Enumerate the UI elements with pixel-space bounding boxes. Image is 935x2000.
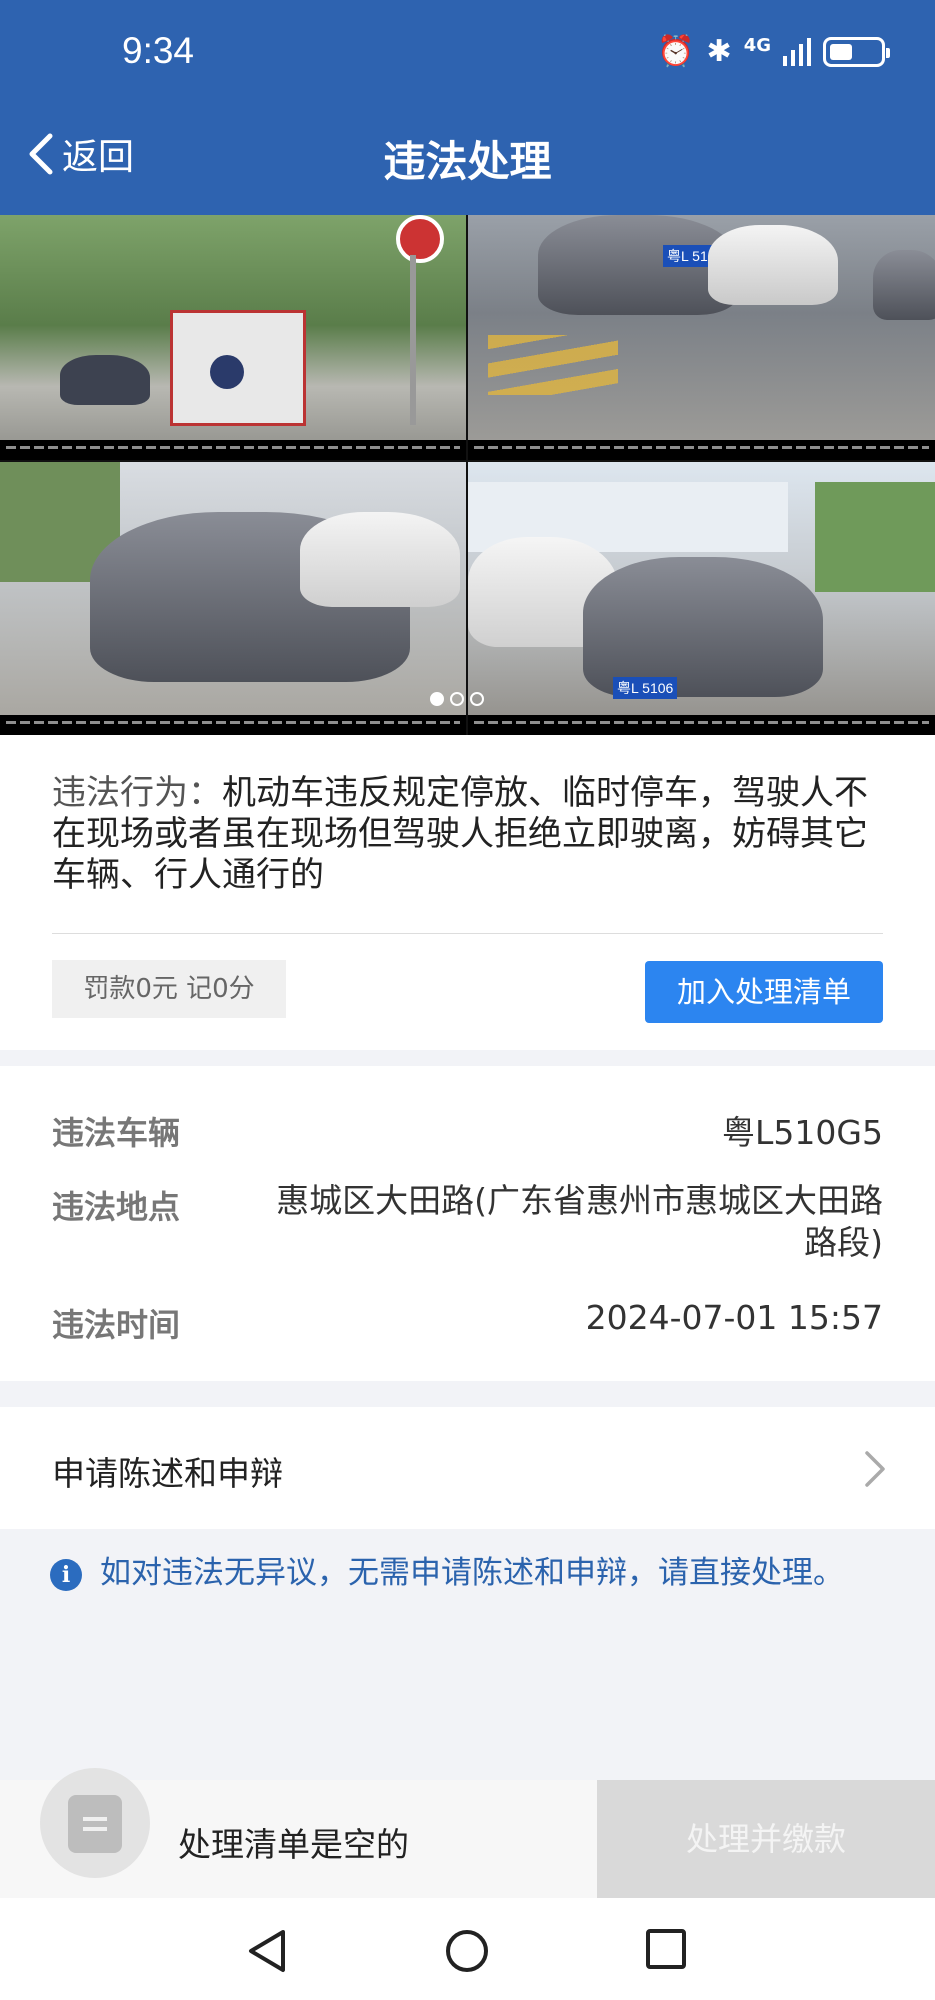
photo-2: 粤L 5106 bbox=[468, 215, 935, 460]
signal-icon bbox=[783, 38, 811, 66]
license-plate: 粤L 5106 bbox=[613, 677, 678, 699]
bluetooth-icon: ✱ bbox=[706, 34, 732, 69]
info-icon: i bbox=[50, 1559, 82, 1591]
system-nav-bar bbox=[0, 1898, 935, 2000]
nav-recents-icon[interactable] bbox=[645, 1928, 687, 1970]
appeal-label: 申请陈述和申辩 bbox=[52, 1454, 283, 1493]
chevron-right-icon bbox=[865, 1451, 885, 1487]
location-value-line1: 惠城区大田路(广东省惠州市惠城区大田路 bbox=[276, 1181, 883, 1220]
carousel-dot[interactable] bbox=[430, 692, 444, 706]
vehicle-value: 粤L510G5 bbox=[722, 1113, 883, 1152]
alarm-icon: ⏰ bbox=[657, 34, 695, 69]
violation-card: 违法行为：机动车违反规定停放、临时停车，驾驶人不在现场或者虽在现场但驾驶人拒绝立… bbox=[0, 735, 935, 1050]
list-icon bbox=[68, 1795, 122, 1853]
appeal-row[interactable]: 申请陈述和申辩 bbox=[0, 1407, 935, 1529]
photo-3: 粤L 5106 bbox=[0, 462, 466, 735]
cart-button[interactable] bbox=[40, 1768, 150, 1878]
cart-status-text: 处理清单是空的 bbox=[178, 1825, 409, 1864]
nav-home-icon[interactable] bbox=[444, 1928, 490, 1974]
vehicle-label: 违法车辆 bbox=[52, 1114, 181, 1152]
time-label: 违法时间 bbox=[52, 1306, 181, 1344]
photo-4: 粤L 5106 bbox=[468, 462, 935, 735]
carousel-indicator bbox=[430, 692, 484, 706]
location-value: 惠城区大田路(广东省惠州市惠城区大田路 路段) bbox=[223, 1180, 883, 1264]
location-label: 违法地点 bbox=[52, 1188, 181, 1226]
network-label: 4G bbox=[743, 34, 771, 56]
status-icons: ⏰ ✱ 4G bbox=[657, 34, 890, 70]
notice-text: 如对违法无异议，无需申请陈述和申辩，请直接处理。 bbox=[100, 1555, 844, 1591]
photo-1 bbox=[0, 215, 466, 460]
carousel-dot[interactable] bbox=[450, 692, 464, 706]
process-and-pay-button[interactable]: 处理并缴款 bbox=[597, 1780, 935, 1898]
violation-description: 违法行为：机动车违反规定停放、临时停车，驾驶人不在现场或者虽在现场但驾驶人拒绝立… bbox=[52, 773, 882, 896]
page-title: 违法处理 bbox=[383, 137, 552, 186]
divider bbox=[52, 933, 883, 934]
status-time: 9:34 bbox=[122, 30, 195, 71]
photo-gallery[interactable]: 粤L 5106 粤L 5106 粤L 5106 bbox=[0, 215, 935, 735]
fine-points-badge: 罚款0元 记0分 bbox=[52, 960, 286, 1018]
time-value: 2024-07-01 15:57 bbox=[585, 1298, 883, 1337]
battery-icon bbox=[823, 37, 890, 67]
carousel-dot[interactable] bbox=[470, 692, 484, 706]
header-bar: 9:34 ⏰ ✱ 4G 返回 违法处理 bbox=[0, 0, 935, 215]
nav-back-icon[interactable] bbox=[245, 1928, 289, 1974]
add-to-list-button[interactable]: 加入处理清单 bbox=[645, 961, 883, 1023]
location-value-line2: 路段) bbox=[804, 1223, 883, 1262]
violation-details-card: 违法车辆 粤L510G5 违法地点 惠城区大田路(广东省惠州市惠城区大田路 路段… bbox=[0, 1066, 935, 1381]
info-notice: i 如对违法无异议，无需申请陈述和申辩，请直接处理。 bbox=[50, 1553, 880, 1593]
violation-behavior-label: 违法行为： bbox=[52, 773, 222, 813]
